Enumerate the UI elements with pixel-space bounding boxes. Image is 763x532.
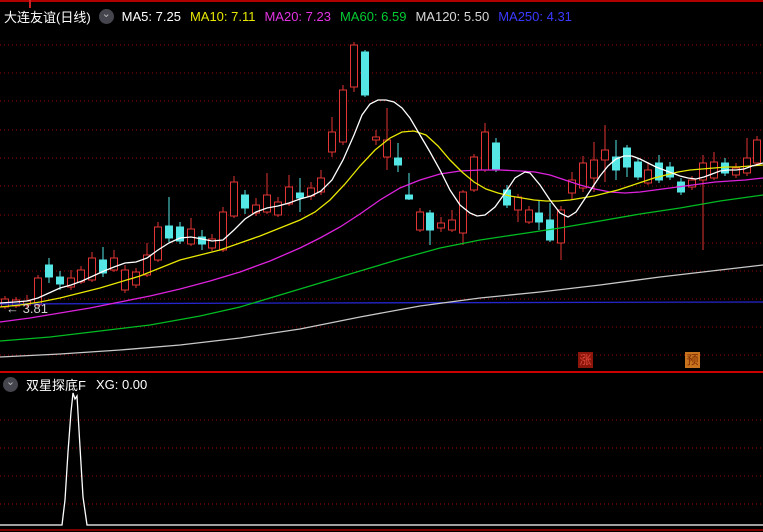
left-arrow-icon: ← bbox=[6, 301, 19, 316]
ma60-label: MA60: 6.59 bbox=[339, 9, 407, 24]
chart-canvas bbox=[0, 0, 763, 531]
ma10-label: MA10: 7.11 bbox=[189, 9, 256, 24]
chevron-down-icon[interactable]: ⌄ bbox=[3, 377, 18, 392]
main-chart-header: 大连友谊(日线) ⌄ MA5: 7.25 MA10: 7.11 MA20: 7.… bbox=[4, 7, 581, 26]
stock-title: 大连友谊(日线) bbox=[4, 10, 91, 25]
chevron-down-icon[interactable]: ⌄ bbox=[98, 9, 114, 24]
forecast-signal-badge: 预 bbox=[685, 352, 700, 368]
price-level-value: 3.81 bbox=[22, 301, 48, 316]
ma120-label: MA120: 5.50 bbox=[415, 9, 490, 24]
ma250-label: MA250: 4.31 bbox=[498, 9, 572, 24]
indicator-value: XG: 0.00 bbox=[95, 377, 148, 392]
price-level-marker: ← 3.81 bbox=[6, 301, 48, 316]
ma5-label: MA5: 7.25 bbox=[121, 9, 181, 24]
stock-chart-window: 大连友谊(日线) ⌄ MA5: 7.25 MA10: 7.11 MA20: 7.… bbox=[0, 0, 763, 532]
indicator-name: 双星探底F bbox=[26, 378, 86, 393]
rise-signal-badge: 涨 bbox=[578, 352, 593, 368]
ma20-label: MA20: 7.23 bbox=[264, 9, 331, 24]
sub-chart-header: ⌄ 双星探底F XG: 0.00 bbox=[3, 375, 147, 394]
